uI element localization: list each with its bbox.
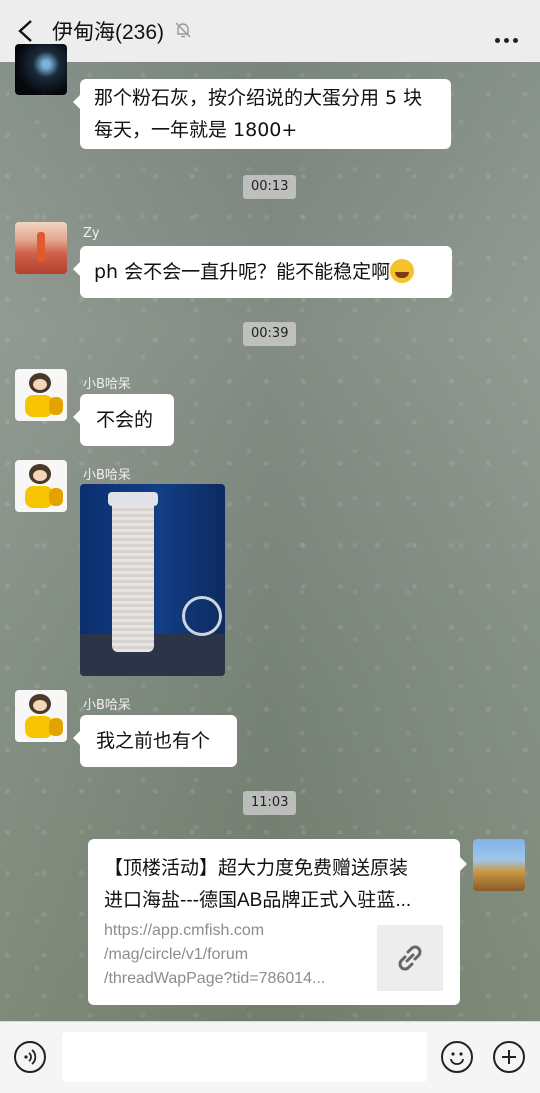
link-thumbnail [377,925,443,991]
message-input[interactable] [62,1032,427,1082]
link-title: 【顶楼活动】超大力度免费赠送原装 进口海盐---德国AB品牌正式入驻蓝... [104,853,449,917]
sender-name: 小B哈呆 [83,698,131,713]
link-title-line: 【顶楼活动】超大力度免费赠送原装 [104,858,409,879]
sender-name: 小B哈呆 [83,468,131,483]
link-url: https://app.cmfish.com /mag/circle/v1/fo… [104,919,360,991]
link-title-line: 进口海盐---德国AB品牌正式入驻蓝... [104,890,412,911]
link-icon [398,945,422,971]
timestamp: 00:13 [243,175,297,199]
link-card[interactable]: 【顶楼活动】超大力度免费赠送原装 进口海盐---德国AB品牌正式入驻蓝... h… [88,839,467,1005]
avatar[interactable] [15,690,67,742]
crying-face-emoji-icon [390,259,415,283]
image-message[interactable] [80,484,225,676]
message-bubble[interactable]: 不会的 [73,394,174,446]
link-url-line: https://app.cmfish.com [104,922,265,939]
message-bubble[interactable]: ph 会不会一直升呢？能不能稳定啊 [73,246,452,298]
mute-bell-icon [175,22,191,38]
link-url-line: /threadWapPage?tid=786014... [104,970,326,987]
back-arrow-icon[interactable] [14,17,38,45]
avatar[interactable] [15,460,67,512]
self-avatar[interactable] [473,839,525,891]
message-text: ph 会不会一直升呢？能不能稳定啊 [94,261,391,283]
link-url-line: /mag/circle/v1/forum [104,946,249,963]
avatar[interactable] [15,44,67,95]
timestamp: 00:39 [243,322,297,346]
chat-header: 伊甸海(236) [0,0,540,62]
sender-name: 小B哈呆 [83,377,131,392]
input-bar [0,1021,540,1093]
avatar[interactable] [15,369,67,421]
emoji-icon[interactable] [441,1041,473,1073]
timestamp: 11:03 [243,791,297,815]
message-bubble[interactable]: 那个粉石灰，按介绍说的大蛋分用 5 块每天，一年就是 1800+ [73,79,451,149]
chat-title: 伊甸海(236) [52,21,165,44]
sender-name: Zy [83,226,100,241]
more-options-icon[interactable] [491,28,518,47]
plus-icon[interactable] [493,1041,525,1073]
message-bubble[interactable]: 我之前也有个 [73,715,237,767]
avatar[interactable] [15,222,67,274]
voice-input-icon[interactable] [14,1041,46,1073]
